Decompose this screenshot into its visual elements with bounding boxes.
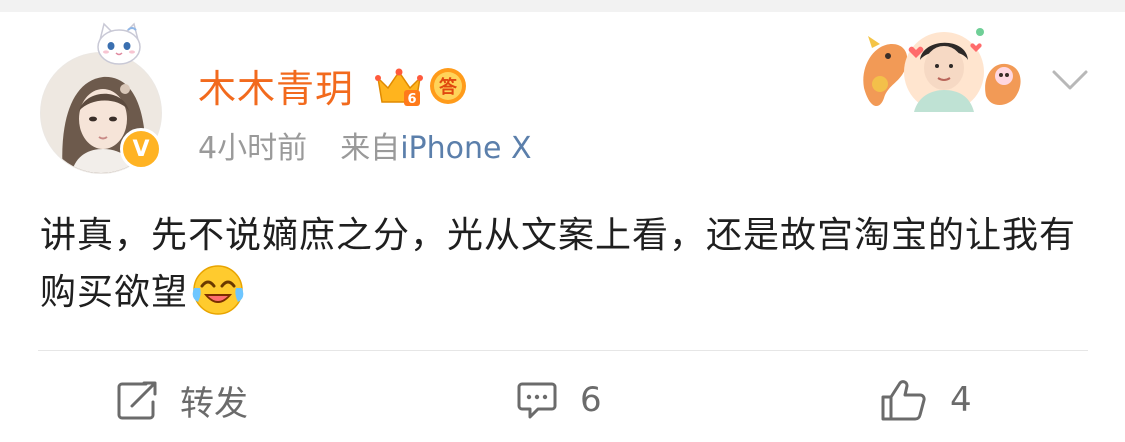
repost-button[interactable]: 转发 bbox=[116, 372, 248, 428]
like-count: 4 bbox=[950, 380, 972, 420]
source-prefix: 来自 bbox=[340, 131, 401, 166]
crown-level: 6 bbox=[407, 92, 416, 107]
cat-pendant-icon bbox=[97, 22, 141, 65]
thumbs-up-icon bbox=[881, 380, 926, 421]
answer-badge-label: 答 bbox=[439, 76, 458, 98]
post-content: 讲真，先不说嫡庶之分，光从文案上看，还是故宫淘宝的让我有购买欲望 bbox=[40, 208, 1090, 321]
card-decoration-icon bbox=[863, 28, 1021, 112]
comment-count: 6 bbox=[580, 380, 602, 420]
verified-badge: V bbox=[120, 128, 162, 170]
source-link[interactable]: iPhone X bbox=[400, 131, 531, 166]
repost-label: 转发 bbox=[180, 383, 248, 424]
repost-icon bbox=[117, 381, 157, 420]
action-divider bbox=[38, 350, 1088, 351]
like-button[interactable]: 4 bbox=[880, 372, 972, 428]
crown-vip-icon[interactable]: 6 bbox=[374, 64, 424, 110]
username[interactable]: 木木青玥 bbox=[198, 66, 354, 112]
comment-icon bbox=[517, 382, 557, 419]
post-time: 4小时前 bbox=[198, 131, 308, 166]
answer-badge-icon[interactable]: 答 bbox=[428, 66, 468, 106]
post-meta: 4小时前 来自iPhone X bbox=[198, 130, 532, 168]
chevron-down-icon[interactable] bbox=[1050, 68, 1090, 92]
laugh-cry-emoji-icon bbox=[192, 265, 244, 315]
top-separator-bar bbox=[0, 0, 1125, 12]
comment-button[interactable]: 6 bbox=[516, 372, 602, 428]
